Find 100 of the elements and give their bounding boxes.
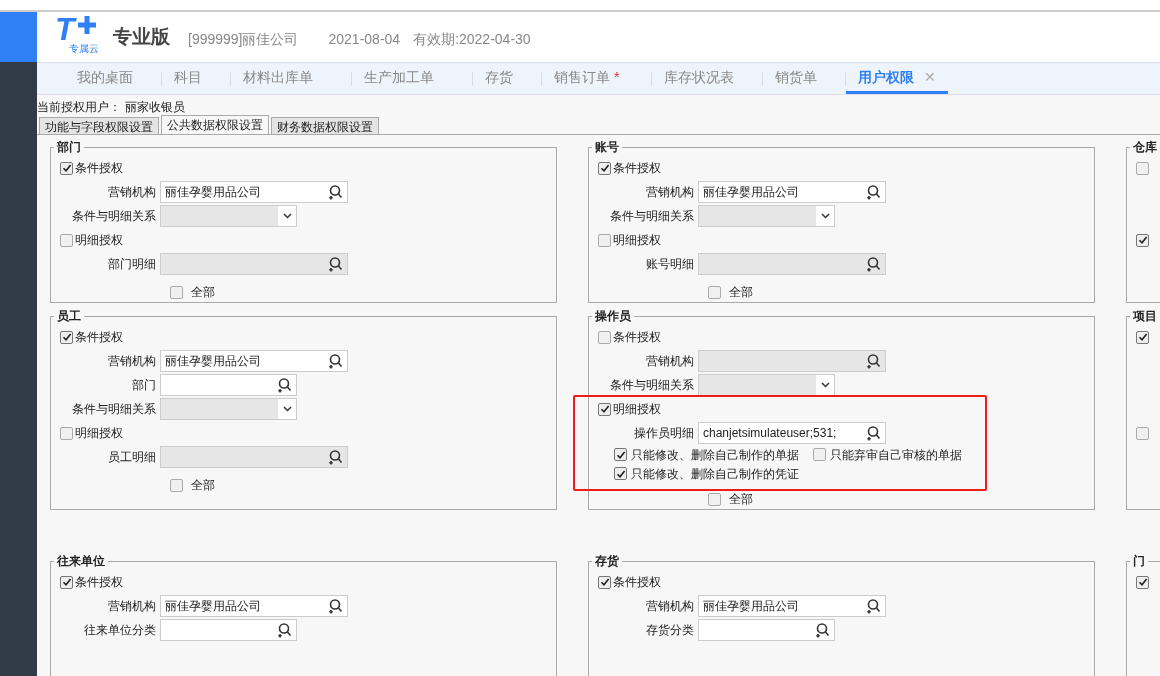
lookup-field[interactable]: 丽佳孕婴用品公司 xyxy=(160,350,348,372)
field-label: 往来单位分类 xyxy=(83,622,157,639)
panel-title: 往来单位 xyxy=(56,553,106,570)
checkbox-label: 明细授权 xyxy=(75,425,123,442)
checkbox-label: 全部 xyxy=(729,491,753,508)
checkbox-label: 条件授权 xyxy=(613,329,661,346)
tab[interactable]: 生产加工单 xyxy=(352,63,446,94)
checkbox-label: 条件授权 xyxy=(75,574,123,591)
search-icon[interactable] xyxy=(865,425,881,441)
checkbox[interactable] xyxy=(614,467,627,480)
checkbox-label: 条件授权 xyxy=(613,160,661,177)
field-label: 营销机构 xyxy=(645,353,695,370)
field-label: 条件与明细关系 xyxy=(71,208,157,225)
tab[interactable]: 材料出库单 xyxy=(231,63,325,94)
lookup-field[interactable]: 丽佳孕婴用品公司 xyxy=(698,181,886,203)
field-label: 营销机构 xyxy=(645,598,695,615)
checkbox[interactable] xyxy=(60,233,73,247)
field-label: 营销机构 xyxy=(645,184,695,201)
chevron-down-icon xyxy=(282,406,292,412)
close-icon[interactable]: ✕ xyxy=(924,66,937,88)
checkbox-label: 只能修改、删除自己制作的单据 xyxy=(631,446,799,464)
panel-title: 员工 xyxy=(56,308,82,325)
checkbox[interactable] xyxy=(60,575,73,589)
checkbox[interactable] xyxy=(60,426,73,440)
checkbox[interactable] xyxy=(598,161,611,175)
checkbox-label: 全部 xyxy=(729,284,753,301)
panel-title: 存货 xyxy=(594,553,620,570)
validity-date: 有效期:2022-04-30 xyxy=(413,29,531,49)
checkbox[interactable] xyxy=(614,448,627,461)
field-label: 操作员明细 xyxy=(633,425,695,442)
lookup-field[interactable]: 丽佳孕婴用品公司 xyxy=(160,595,348,617)
checkbox-label: 条件授权 xyxy=(613,574,661,591)
checkbox[interactable] xyxy=(708,285,721,299)
search-icon[interactable] xyxy=(327,598,343,614)
tab[interactable]: 我的桌面 xyxy=(65,63,145,94)
settings-tab[interactable]: 功能与字段权限设置 xyxy=(39,117,159,134)
checkbox-label: 条件授权 xyxy=(75,160,123,177)
checkbox[interactable] xyxy=(1136,426,1149,440)
search-icon[interactable] xyxy=(865,184,881,200)
checkbox-label: 明细授权 xyxy=(613,232,661,249)
chevron-down-icon xyxy=(282,213,292,219)
chevron-down-icon xyxy=(820,382,830,388)
checkbox[interactable] xyxy=(1136,575,1149,589)
settings-tab[interactable]: 财务数据权限设置 xyxy=(271,117,379,134)
checkbox[interactable] xyxy=(598,402,611,416)
search-icon[interactable] xyxy=(327,353,343,369)
field-label: 员工明细 xyxy=(107,449,157,466)
checkbox-label: 条件授权 xyxy=(75,329,123,346)
checkbox[interactable] xyxy=(170,478,183,492)
search-icon[interactable] xyxy=(327,184,343,200)
field-label: 营销机构 xyxy=(107,184,157,201)
lookup-field[interactable] xyxy=(698,619,835,641)
panel-title: 项目 xyxy=(1132,308,1158,325)
checkbox[interactable] xyxy=(708,492,721,506)
panel-title: 仓库 xyxy=(1132,139,1158,156)
search-icon[interactable] xyxy=(814,622,830,638)
field-label: 条件与明细关系 xyxy=(71,401,157,418)
search-icon[interactable] xyxy=(865,598,881,614)
tab[interactable]: 科目 xyxy=(162,63,214,94)
search-icon[interactable] xyxy=(276,377,292,393)
lookup-field[interactable]: chanjetsimulateuser;531; xyxy=(698,422,886,444)
company-name: [999999]丽佳公司 xyxy=(188,29,299,49)
panel-title: 部门 xyxy=(56,139,82,156)
checkbox[interactable] xyxy=(598,330,611,344)
current-user-name: 丽家收银员 xyxy=(125,99,185,116)
checkbox-label: 只能修改、删除自己制作的凭证 xyxy=(631,465,799,483)
checkbox[interactable] xyxy=(1136,161,1149,175)
field-label: 营销机构 xyxy=(107,598,157,615)
login-date: 2021-08-04 xyxy=(328,29,401,49)
checkbox[interactable] xyxy=(60,330,73,344)
checkbox[interactable] xyxy=(598,575,611,589)
lookup-field[interactable]: 丽佳孕婴用品公司 xyxy=(698,595,886,617)
checkbox[interactable] xyxy=(1136,233,1149,247)
checkbox-label: 明细授权 xyxy=(75,232,123,249)
search-icon[interactable] xyxy=(276,622,292,638)
checkbox-label: 明细授权 xyxy=(613,401,661,418)
checkbox[interactable] xyxy=(813,448,826,461)
lookup-field[interactable]: 丽佳孕婴用品公司 xyxy=(160,181,348,203)
tab[interactable]: 存货 xyxy=(473,63,525,94)
field-label: 部门 xyxy=(131,377,157,394)
checkbox[interactable] xyxy=(170,285,183,299)
tab[interactable]: 库存状况表 xyxy=(652,63,747,94)
unsaved-mark: * xyxy=(614,67,620,87)
current-user-label: 当前授权用户： xyxy=(37,99,121,116)
checkbox[interactable] xyxy=(598,233,611,247)
field-label: 账号明细 xyxy=(645,256,695,273)
checkbox[interactable] xyxy=(60,161,73,175)
checkbox-label: 全部 xyxy=(191,284,215,301)
lookup-field[interactable] xyxy=(160,619,297,641)
field-label: 条件与明细关系 xyxy=(609,377,695,394)
field-label: 存货分类 xyxy=(645,622,695,639)
tab[interactable]: 销货单 xyxy=(763,63,830,94)
settings-tab[interactable]: 公共数据权限设置 xyxy=(161,115,269,134)
lookup-field[interactable] xyxy=(160,374,297,396)
panel-title: 账号 xyxy=(594,139,620,156)
panel-title: 门 xyxy=(1132,553,1146,570)
checkbox-label: 只能弃审自己审核的单据 xyxy=(830,446,962,464)
checkbox[interactable] xyxy=(1136,330,1149,344)
edition-title: 专业版 xyxy=(113,24,170,49)
tab[interactable]: 销售订单 * xyxy=(542,63,632,94)
